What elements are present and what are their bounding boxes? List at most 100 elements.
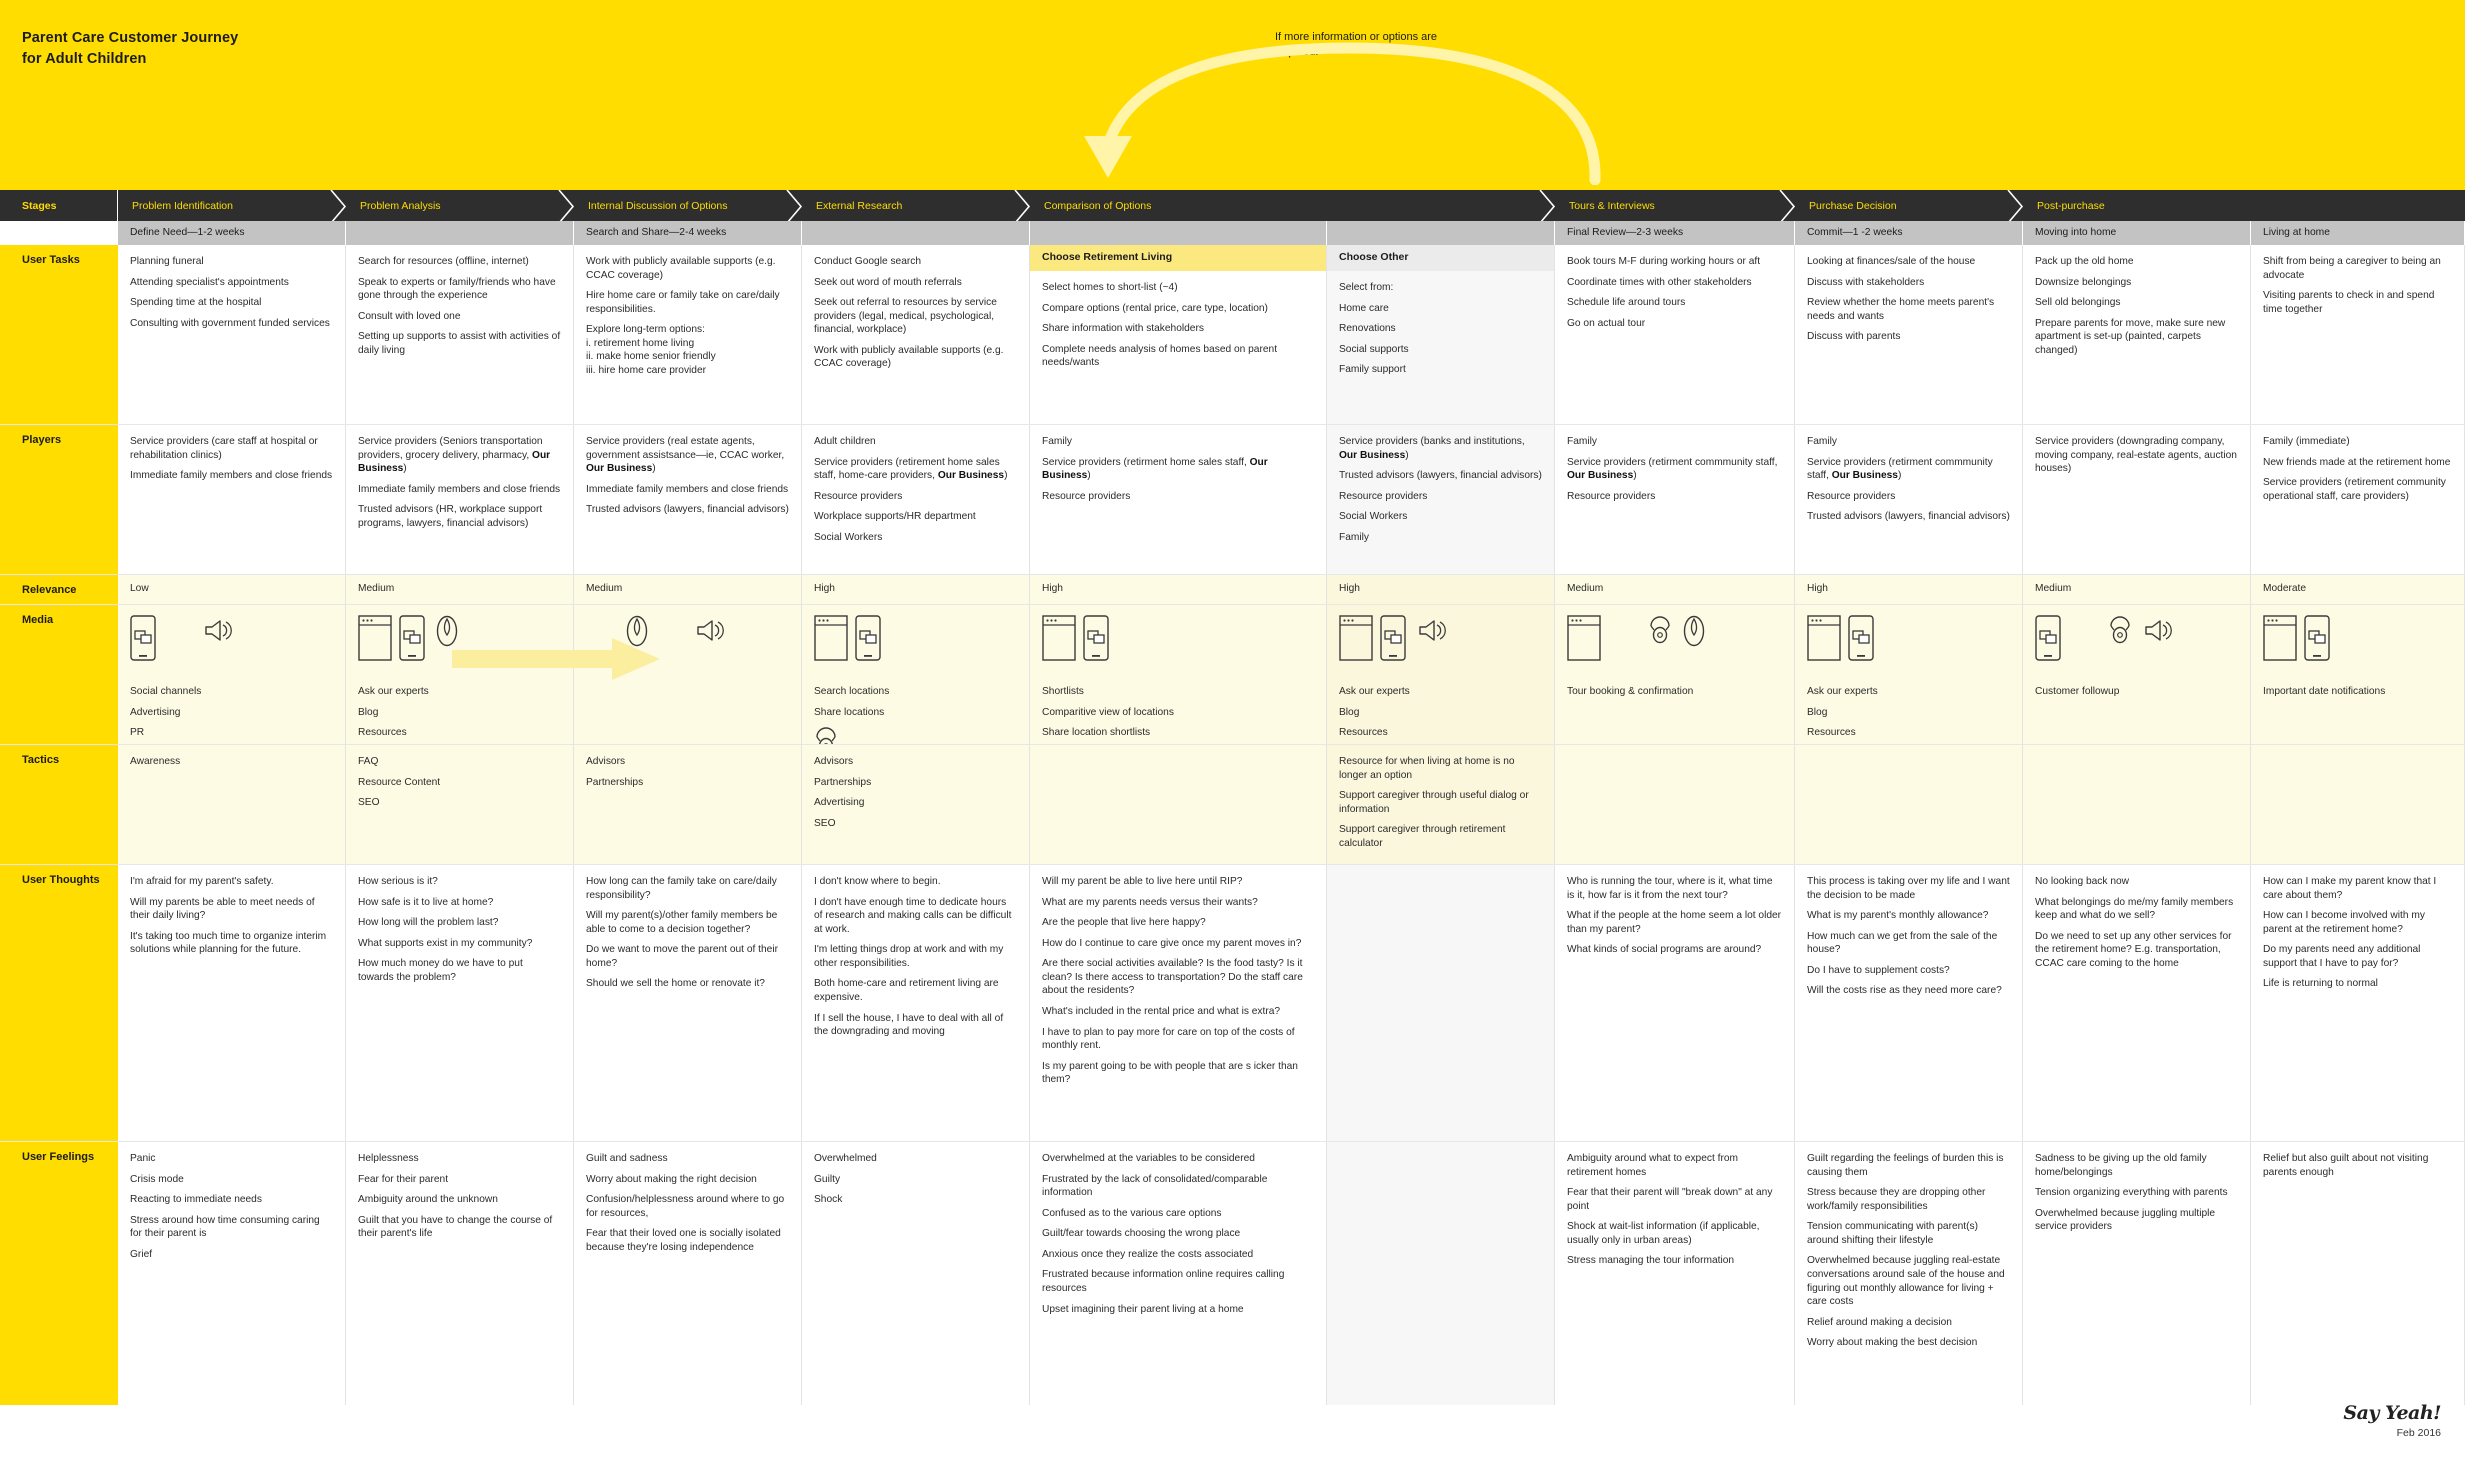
user-feeling-item: Guilt/fear towards choosing the wrong pl… — [1042, 1228, 1241, 1240]
tactic-cell — [2023, 745, 2251, 864]
player-item: Resource providers — [1042, 490, 1131, 502]
user-task-cell: Planning funeral Attending specialist's a… — [118, 245, 346, 435]
user-thought-item: Do I have to supplement costs? — [1807, 964, 1950, 976]
user-feeling-item: Guilt regarding the feelings of burden t… — [1807, 1153, 2004, 1178]
user-thought-item: Will my parent be able to live here unti… — [1042, 876, 1243, 887]
player-cell: Service providers (Seniors transportatio… — [346, 425, 574, 574]
browser-icon — [1042, 615, 1076, 661]
user-thought-cell: How serious is it? How safe is it to live… — [346, 865, 574, 1141]
player-item: Service providers (banks and institution… — [1339, 436, 1525, 461]
stage-label: Problem Analysis — [360, 200, 441, 212]
player-item: Trusted advisors (lawyers, financial adv… — [586, 504, 789, 516]
user-task-cell: Choose Retirement Living Select homes to … — [1030, 245, 1327, 435]
stage-post-purchase[interactable]: Post-purchase — [2023, 190, 2465, 221]
user-task-item: Shift from being a caregiver to being an… — [2263, 256, 2441, 281]
user-feeling-item: Sadness to be giving up the old family h… — [2035, 1153, 2207, 1178]
phase-header: Commit—1 -2 weeks — [1795, 221, 2023, 245]
user-feeling-item: Relief around making a decision — [1807, 1316, 1952, 1328]
user-task-item: Family support — [1339, 364, 1406, 376]
user-task-cell: Looking at finances/sale of the house Dis… — [1795, 245, 2023, 435]
relevance-item: High — [1339, 583, 1360, 594]
row-label-user-thoughts: User Thoughts — [0, 865, 118, 1141]
option-header: Choose Other — [1327, 245, 1554, 271]
tactic-item: SEO — [358, 797, 380, 809]
relevance-cell: Medium — [346, 575, 574, 604]
player-item: Trusted advisors (lawyers, financial adv… — [1339, 470, 1542, 482]
tactic-item: Advertising — [814, 797, 865, 809]
media-icon-group — [1807, 615, 2010, 679]
media-label: PR — [130, 727, 145, 739]
player-cell: Adult children Service providers (retirem… — [802, 425, 1030, 574]
player-item: Family (immediate) — [2263, 436, 2350, 447]
row-label-user-tasks: User Tasks — [0, 245, 118, 435]
user-thought-item: How long will the problem last? — [358, 917, 499, 929]
stage-tours-interviews[interactable]: Tours & Interviews — [1555, 190, 1796, 223]
header-banner: Parent Care Customer Journey for Adult C… — [0, 0, 2465, 188]
stage-problem-analysis[interactable]: Problem Analysis — [346, 190, 575, 223]
relevance-item: Medium — [2035, 583, 2072, 594]
chevron-divider-icon — [1779, 190, 1796, 223]
footer: Say Yeah! Feb 2016 — [2343, 1402, 2441, 1439]
media-icon-group — [1339, 615, 1542, 679]
user-feeling-cell: Sadness to be giving up the old family h… — [2023, 1142, 2251, 1405]
stage-comparison-of-options[interactable]: Comparison of Options — [1030, 190, 1556, 223]
chevron-divider-icon — [558, 190, 575, 223]
stage-purchase-decision[interactable]: Purchase Decision — [1795, 190, 2024, 223]
user-feeling-item: Guilty — [814, 1173, 841, 1185]
stage-problem-identification[interactable]: Problem Identification — [118, 190, 347, 223]
user-task-item: Select from: — [1339, 281, 1394, 293]
user-feeling-item: Upset imagining their parent living at a… — [1042, 1303, 1244, 1315]
tactic-cell: Awareness — [118, 745, 346, 864]
relevance-cell: High — [1327, 575, 1555, 604]
user-thought-item: What are my parents needs versus their w… — [1042, 896, 1258, 908]
user-feeling-item: Grief — [130, 1248, 153, 1260]
user-feeling-item: Helplessness — [358, 1153, 419, 1164]
media-cell: Ask our experts Blog Resources — [346, 605, 574, 744]
phone-chat-icon — [855, 615, 881, 661]
user-feeling-item: Anxious once they realize the costs asso… — [1042, 1248, 1254, 1260]
user-task-cell: Search for resources (offline, internet)… — [346, 245, 574, 435]
media-label: Blog — [1339, 706, 1360, 718]
row-label-tactics: Tactics — [0, 745, 118, 864]
tactic-item: Partnerships — [814, 776, 872, 788]
player-cell: Family Service providers (retirment commm… — [1555, 425, 1795, 574]
user-thought-item: I'm afraid for my parent's safety. — [130, 876, 274, 887]
player-item: Trusted advisors (HR, workplace support … — [358, 504, 543, 529]
user-task-item: Renovations — [1339, 323, 1396, 335]
player-item: Service providers (real estate agents, g… — [586, 436, 785, 475]
relevance-item: Medium — [1567, 583, 1604, 594]
page-title-line1: Parent Care Customer Journey — [22, 30, 239, 46]
player-item: Immediate family members and close frien… — [358, 483, 561, 495]
user-thought-cell: Who is running the tour, where is it, wh… — [1555, 865, 1795, 1141]
user-thought-item: How much money do we have to put towards… — [358, 958, 523, 983]
user-thought-item: How much can we get from the sale of the… — [1807, 930, 1998, 956]
user-task-item: Sell old belongings — [2035, 297, 2121, 309]
user-task-item: Schedule life around tours — [1567, 297, 1686, 309]
user-task-item: Search for resources (offline, internet) — [358, 256, 529, 267]
player-item: Resource providers — [1339, 490, 1428, 502]
user-feeling-item: Panic — [130, 1153, 156, 1164]
relevance-item: Low — [130, 583, 149, 594]
media-icon-group — [814, 615, 1017, 679]
media-cell: Social channels Advertising PR — [118, 605, 346, 744]
player-item: Family — [1567, 436, 1597, 447]
user-thought-item: I don't know where to begin. — [814, 876, 941, 887]
user-thought-item: What if the people at the home seem a lo… — [1567, 910, 1782, 935]
player-item: Service providers (Seniors transportatio… — [358, 436, 551, 475]
user-task-item: Consult with loved one — [358, 310, 461, 322]
stage-external-research[interactable]: External Research — [802, 190, 1031, 223]
megaphone-icon — [1417, 615, 1447, 643]
stage-label: External Research — [816, 200, 903, 212]
player-item: Social Workers — [814, 531, 883, 543]
user-thought-item: What supports exist in my community? — [358, 937, 533, 949]
user-feeling-item: Shock at wait-list information (if appli… — [1567, 1221, 1760, 1246]
user-feeling-item: Fear that their loved one is socially is… — [586, 1228, 781, 1253]
stage-internal-discussion-of-options[interactable]: Internal Discussion of Options — [574, 190, 803, 223]
player-item: Service providers (downgrading company, … — [2035, 436, 2237, 475]
page-title: Parent Care Customer Journey for Adult C… — [22, 28, 238, 70]
user-task-item: Prepare parents for move, make sure new … — [2035, 317, 2226, 356]
user-feeling-item: Guilt that you have to change the course… — [358, 1214, 553, 1240]
player-item: Service providers (retirment home sales … — [1042, 456, 1268, 482]
media-icon-group — [1567, 615, 1782, 679]
media-label: Resources — [1807, 727, 1856, 739]
